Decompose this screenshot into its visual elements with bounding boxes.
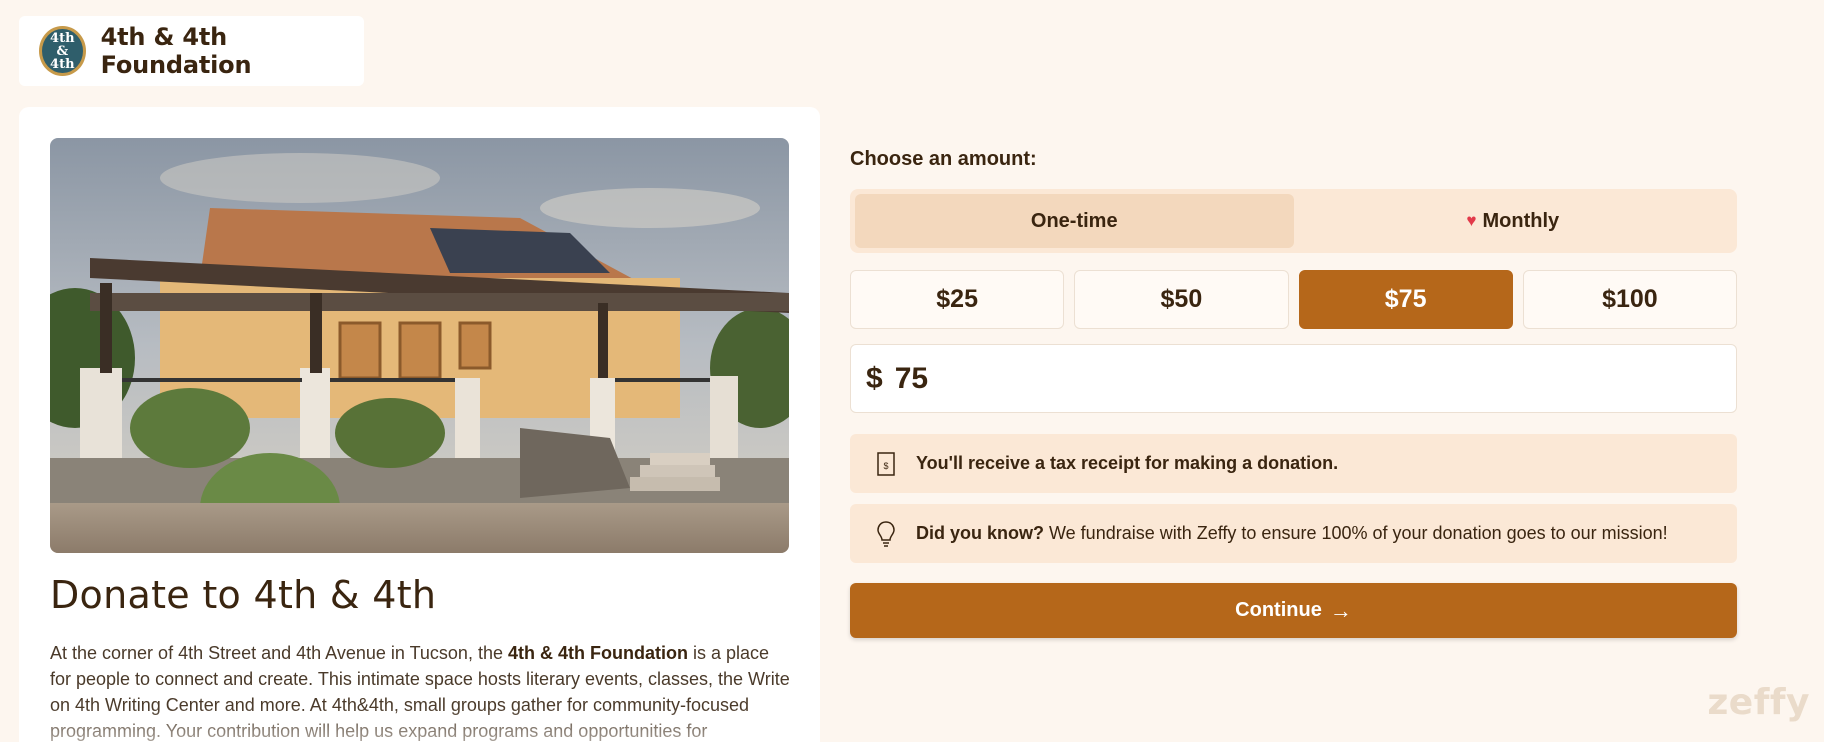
- org-header[interactable]: 4th & 4th 4th & 4th Foundation: [19, 16, 364, 86]
- org-name: 4th & 4th Foundation: [100, 23, 252, 79]
- currency-symbol: $: [866, 361, 883, 395]
- continue-label: Continue: [1235, 599, 1322, 621]
- receipt-icon: $: [875, 450, 897, 478]
- org-logo: 4th & 4th: [39, 26, 86, 76]
- description-pre: At the corner of 4th Street and 4th Aven…: [50, 643, 508, 663]
- zeffy-watermark: zeffy: [1707, 682, 1810, 723]
- continue-button[interactable]: Continue →: [850, 583, 1737, 638]
- amount-option-25[interactable]: $25: [850, 270, 1065, 329]
- page-title: Donate to 4th & 4th: [50, 573, 437, 617]
- campaign-hero-image: [50, 138, 789, 553]
- choose-amount-label: Choose an amount:: [850, 148, 1037, 170]
- house-photo: [50, 138, 789, 553]
- amount-option-75[interactable]: $75: [1298, 270, 1513, 329]
- did-you-know-notice: Did you know? We fundraise with Zeffy to…: [850, 504, 1737, 563]
- monthly-tab[interactable]: ♥ Monthly: [1294, 194, 1733, 248]
- description-org-name: 4th & 4th Foundation: [507, 643, 688, 663]
- svg-text:$: $: [883, 461, 888, 471]
- lightbulb-icon: [875, 520, 897, 548]
- org-logo-text: 4th & 4th: [50, 30, 75, 72]
- did-you-know-text: We fundraise with Zeffy to ensure 100% o…: [1049, 523, 1668, 543]
- amount-option-100[interactable]: $100: [1522, 270, 1737, 329]
- custom-amount-field[interactable]: $: [850, 344, 1737, 413]
- donation-form: Choose an amount: One-time ♥ Monthly $25 …: [850, 148, 1737, 638]
- tax-receipt-notice: $ You'll receive a tax receipt for makin…: [850, 434, 1737, 493]
- frequency-toggle: One-time ♥ Monthly: [850, 189, 1737, 253]
- arrow-right-icon: →: [1329, 597, 1352, 623]
- one-time-tab[interactable]: One-time: [855, 194, 1294, 248]
- amount-option-50[interactable]: $50: [1074, 270, 1289, 329]
- campaign-panel: Donate to 4th & 4th At the corner of 4th…: [19, 107, 820, 742]
- description-fade: [19, 707, 820, 742]
- monthly-label: Monthly: [1482, 209, 1560, 232]
- amount-options: $25 $50 $75 $100: [850, 270, 1737, 329]
- did-you-know-label: Did you know?: [916, 523, 1044, 543]
- amount-input[interactable]: [894, 361, 1295, 396]
- tax-receipt-text: You'll receive a tax receipt for making …: [916, 453, 1339, 473]
- heart-icon: ♥: [1466, 211, 1477, 230]
- one-time-label: One-time: [1030, 209, 1118, 232]
